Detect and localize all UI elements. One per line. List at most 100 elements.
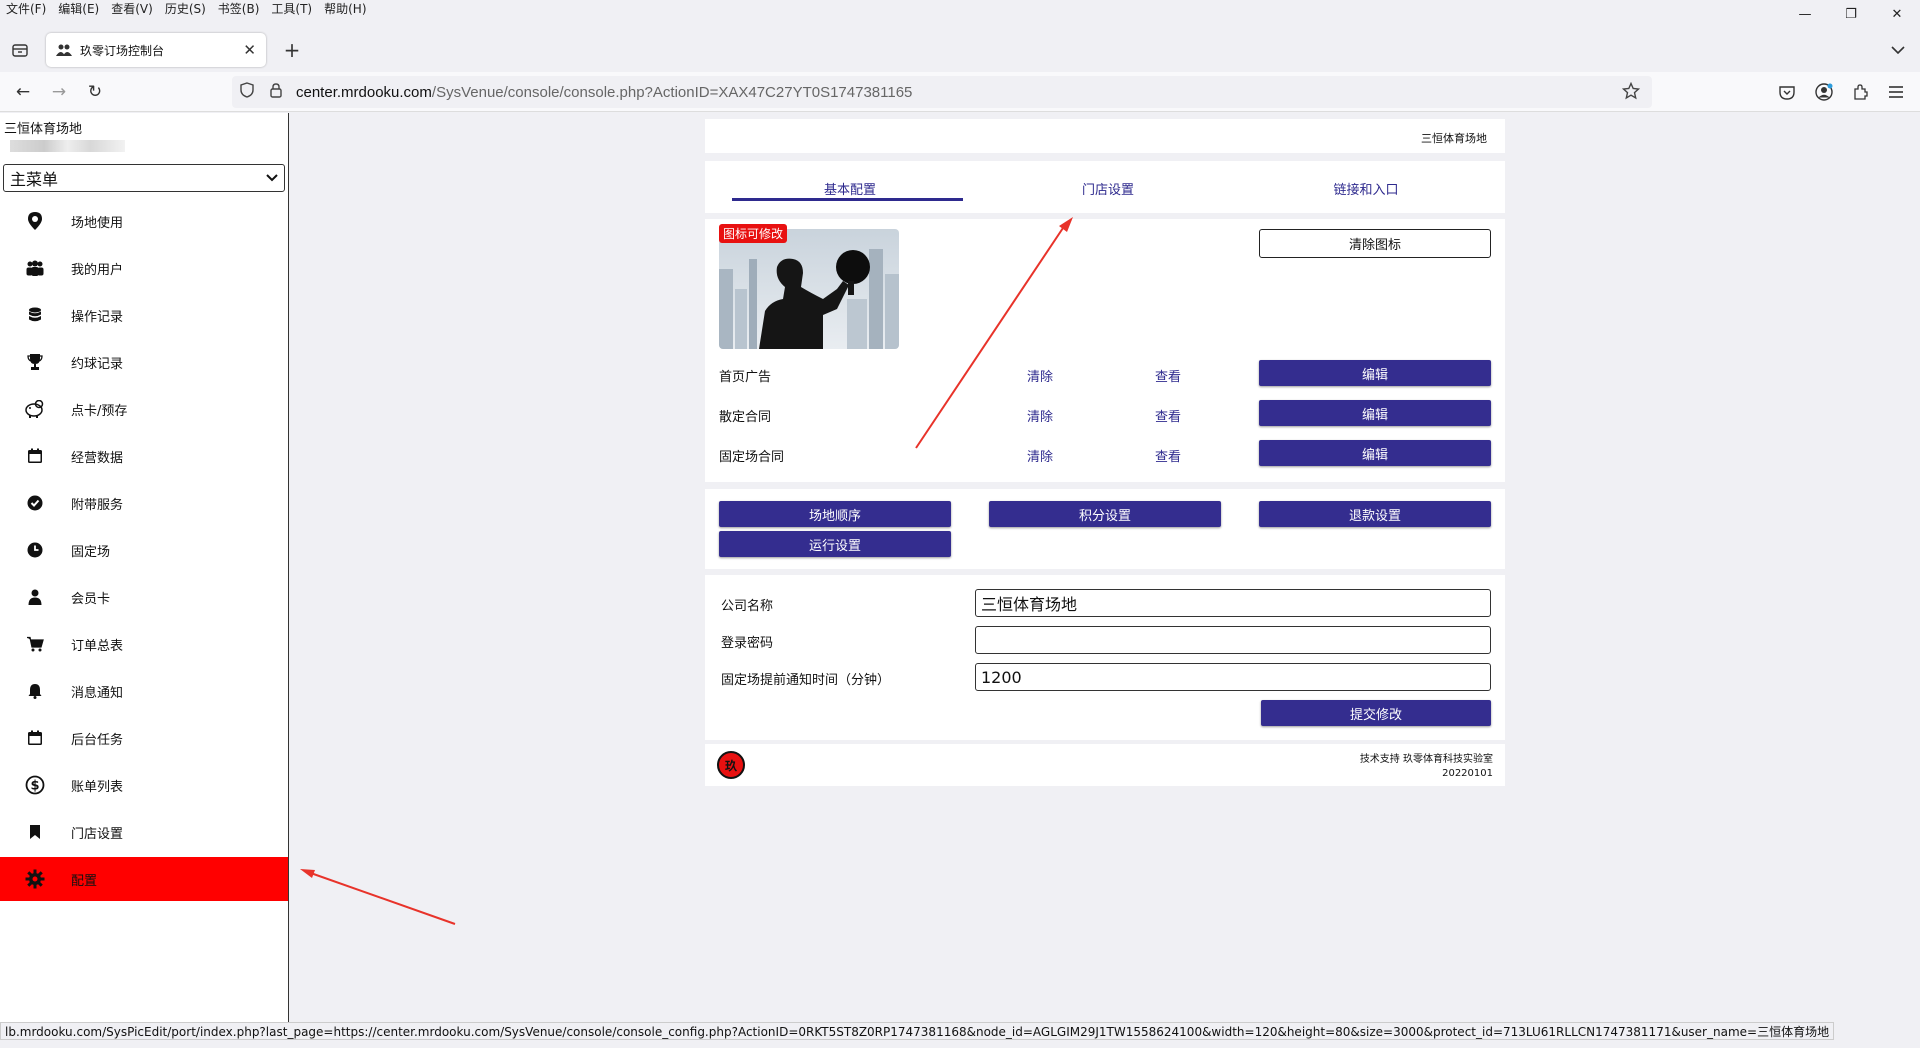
- arrow-head-bottom: [300, 869, 315, 878]
- asset-view-link[interactable]: 查看: [1155, 366, 1181, 385]
- clock-icon: [24, 539, 46, 561]
- menu-bookmarks[interactable]: 书签(B): [218, 0, 260, 17]
- menu-history[interactable]: 历史(S): [165, 0, 206, 17]
- menu-edit[interactable]: 编辑(E): [58, 0, 99, 17]
- sidebar-item-label: 消息通知: [71, 685, 124, 701]
- users-favicon-icon: [56, 43, 72, 57]
- version-text: 20220101: [1442, 768, 1493, 779]
- extensions-icon[interactable]: [1848, 80, 1872, 104]
- sidebar-item-background-tasks[interactable]: 后台任务: [0, 718, 288, 758]
- clear-icon-button[interactable]: 清除图标: [1259, 229, 1491, 258]
- minimize-icon[interactable]: —: [1782, 0, 1828, 28]
- cart-icon: [24, 633, 46, 655]
- run-settings-button[interactable]: 运行设置: [719, 531, 951, 557]
- user-icon: [24, 586, 46, 608]
- asset-edit-button[interactable]: 编辑: [1259, 440, 1491, 466]
- sidebar-item-label: 约球记录: [71, 356, 124, 372]
- url-text: center.mrdooku.com/SysVenue/console/cons…: [296, 84, 912, 101]
- tab-basic-config[interactable]: 基本配置: [733, 179, 967, 198]
- close-window-icon[interactable]: ✕: [1874, 0, 1920, 28]
- trophy-icon: [24, 351, 46, 373]
- sidebar-item-label: 配置: [71, 873, 98, 889]
- sidebar-item-extra-services[interactable]: 附带服务: [0, 483, 288, 523]
- url-bar[interactable]: center.mrdooku.com/SysVenue/console/cons…: [232, 76, 1652, 108]
- menu-help[interactable]: 帮助(H): [324, 0, 366, 17]
- password-input[interactable]: [975, 626, 1491, 654]
- asset-clear-link[interactable]: 清除: [1027, 446, 1053, 465]
- sidebar-item-label: 操作记录: [71, 309, 124, 325]
- hamburger-menu-icon[interactable]: [1884, 80, 1908, 104]
- tab-store-settings[interactable]: 门店设置: [991, 179, 1225, 198]
- sidebar-item-label: 附带服务: [71, 497, 124, 513]
- settings-buttons-card: 场地顺序 积分设置 退款设置 运行设置: [705, 489, 1505, 569]
- calendar-icon: [24, 727, 46, 749]
- submit-changes-button[interactable]: 提交修改: [1261, 700, 1491, 726]
- blurred-account-info: [10, 140, 125, 152]
- lock-icon[interactable]: [270, 82, 284, 102]
- sidebar-item-business-data[interactable]: 经营数据: [0, 436, 288, 476]
- asset-clear-link[interactable]: 清除: [1027, 366, 1053, 385]
- check-circle-icon: [24, 492, 46, 514]
- bell-icon: [24, 680, 46, 702]
- notice-time-input[interactable]: 1200: [975, 663, 1491, 691]
- asset-clear-link[interactable]: 清除: [1027, 406, 1053, 425]
- refund-settings-button[interactable]: 退款设置: [1259, 501, 1491, 527]
- sidebar-item-notifications[interactable]: 消息通知: [0, 671, 288, 711]
- main-menu-select[interactable]: 主菜单: [3, 164, 285, 192]
- footer-text: 技术支持 玖零体育科技实验室 20220101: [1360, 753, 1493, 781]
- browser-tabbar: 玖零订场控制台 ✕ +: [0, 28, 1920, 72]
- venue-order-button[interactable]: 场地顺序: [719, 501, 951, 527]
- tab-links-entries[interactable]: 链接和入口: [1249, 179, 1483, 198]
- tab-list-icon[interactable]: [8, 39, 32, 61]
- new-tab-icon[interactable]: +: [280, 38, 304, 62]
- asset-edit-button[interactable]: 编辑: [1259, 360, 1491, 386]
- account-icon[interactable]: [1812, 80, 1836, 104]
- restore-icon[interactable]: ❐: [1828, 0, 1874, 28]
- sidebar-item-match-records[interactable]: 约球记录: [0, 342, 288, 382]
- active-tab-underline: [732, 198, 963, 201]
- bottom-strip: [0, 1040, 1920, 1048]
- asset-view-link[interactable]: 查看: [1155, 406, 1181, 425]
- sidebar-item-store-settings[interactable]: 门店设置: [0, 812, 288, 852]
- sidebar-item-label: 账单列表: [71, 779, 124, 795]
- sidebar-item-label: 场地使用: [71, 215, 124, 231]
- sidebar-item-orders[interactable]: 订单总表: [0, 624, 288, 664]
- forward-icon[interactable]: →: [47, 80, 71, 104]
- database-icon: [24, 304, 46, 326]
- sidebar-item-fixed-venue[interactable]: 固定场: [0, 530, 288, 570]
- menu-view[interactable]: 查看(V): [111, 0, 153, 17]
- pocket-icon[interactable]: [1775, 80, 1799, 104]
- reload-icon[interactable]: ↻: [83, 80, 107, 104]
- asset-row-fixed-contract: 固定场合同 清除 查看 编辑: [705, 440, 1505, 468]
- bookmark-star-icon[interactable]: [1621, 81, 1641, 104]
- sidebar-item-prepaid-card[interactable]: 点卡/预存: [0, 389, 288, 429]
- browser-tab-active[interactable]: 玖零订场控制台 ✕: [46, 33, 266, 67]
- sidebar-item-member-card[interactable]: 会员卡: [0, 577, 288, 617]
- notice-time-label: 固定场提前通知时间（分钟）: [721, 673, 891, 688]
- sidebar-item-venue-usage[interactable]: 场地使用: [0, 201, 288, 241]
- menu-file[interactable]: 文件(F): [6, 0, 46, 17]
- company-name-input[interactable]: 三恒体育场地: [975, 589, 1491, 617]
- status-url: lb.mrdooku.com/SysPicEdit/port/index.php…: [5, 1024, 1830, 1039]
- sidebar-item-label: 门店设置: [71, 826, 124, 842]
- url-path: /SysVenue/console/console.php?ActionID=X…: [431, 83, 913, 101]
- points-settings-button[interactable]: 积分设置: [989, 501, 1221, 527]
- sidebar-item-config[interactable]: 配置: [0, 857, 288, 901]
- sidebar-item-bill-list[interactable]: $ 账单列表: [0, 765, 288, 805]
- sidebar-item-label: 后台任务: [71, 732, 124, 748]
- main-menu-select-value: 主菜单: [10, 170, 59, 189]
- menu-tools[interactable]: 工具(T): [271, 0, 312, 17]
- asset-edit-button[interactable]: 编辑: [1259, 400, 1491, 426]
- chevron-down-icon[interactable]: [1888, 40, 1908, 60]
- tab-close-icon[interactable]: ✕: [243, 41, 256, 59]
- back-icon[interactable]: ←: [11, 80, 35, 104]
- sidebar-item-my-users[interactable]: 我的用户: [0, 248, 288, 288]
- tech-support-text: 技术支持 玖零体育科技实验室: [1359, 754, 1493, 765]
- browser-navbar: ← → ↻ center.mrdooku.com/SysVenue/consol…: [0, 72, 1920, 112]
- shield-icon[interactable]: [240, 82, 256, 102]
- page-header: 三恒体育场地: [705, 119, 1505, 153]
- venue-icon-image[interactable]: [719, 229, 899, 349]
- sidebar-item-operation-log[interactable]: 操作记录: [0, 295, 288, 335]
- asset-view-link[interactable]: 查看: [1155, 446, 1181, 465]
- sidebar: 三恒体育场地 主菜单 场地使用 我的用户 操作记录 约球记录 点卡/预存 经营数…: [0, 113, 289, 1023]
